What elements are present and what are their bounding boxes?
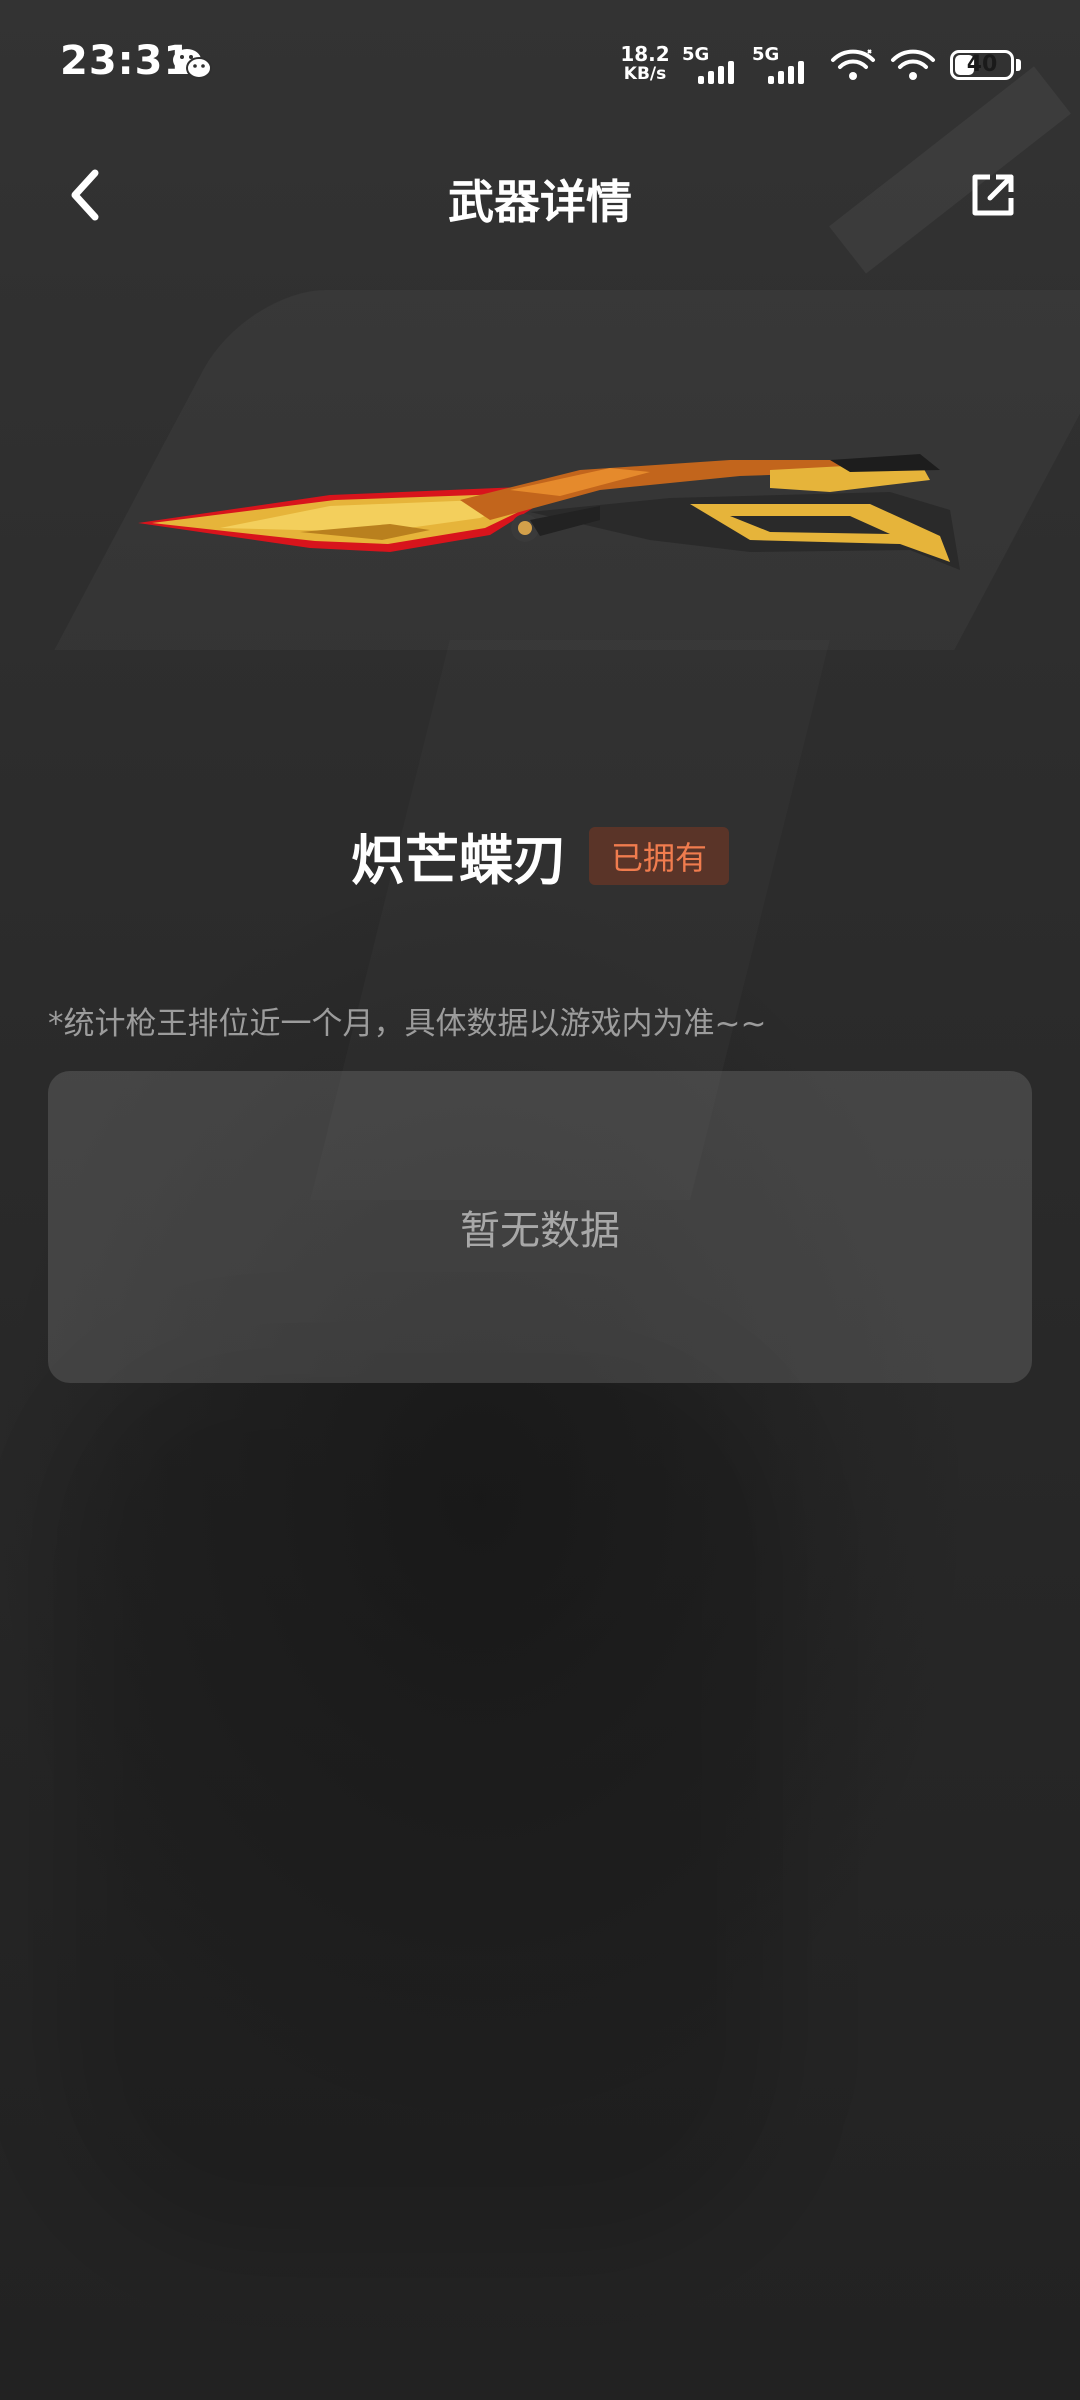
battery-indicator: 40 (950, 50, 1014, 80)
wechat-icon (173, 49, 212, 79)
share-button[interactable] (958, 160, 1028, 230)
weapon-image (138, 454, 960, 570)
weapon-name: 炽芒蝶刃 (350, 829, 567, 892)
signal-bars-icon (768, 61, 804, 84)
network-speed-value: 18.2 (620, 42, 670, 66)
weapon-name-row: 炽芒蝶刃 已拥有 (0, 816, 1080, 895)
signal-bars-icon (698, 61, 734, 84)
background-shape (60, 1350, 780, 2250)
weapon-detail-screen: 23:31 18.2 KB/s 5G 5G 40 武器详情 炽芒蝶刃 已拥有 *… (0, 0, 1080, 2400)
stats-card: 暂无数据 (48, 1071, 1032, 1383)
battery-level: 40 (966, 52, 998, 77)
stats-note: *统计枪王排位近一个月，具体数据以游戏内为准~~ (48, 1006, 767, 1042)
status-bar: 23:31 18.2 KB/s 5G 5G 40 (0, 0, 1080, 130)
empty-state-text: 暂无数据 (460, 1208, 620, 1254)
owned-badge: 已拥有 (588, 826, 729, 885)
sim2-signal: 5G (752, 44, 816, 84)
back-button[interactable] (50, 160, 120, 230)
network-speed: 18.2 KB/s (620, 44, 670, 84)
share-external-icon (972, 174, 1014, 216)
wifi-icon (831, 49, 875, 80)
wifi-icon (891, 49, 935, 80)
chevron-left-icon (71, 169, 99, 221)
network-speed-unit: KB/s (623, 64, 667, 84)
sim1-signal: 5G (682, 44, 746, 84)
battery-tip (1016, 59, 1021, 71)
page-title: 武器详情 (448, 175, 632, 229)
